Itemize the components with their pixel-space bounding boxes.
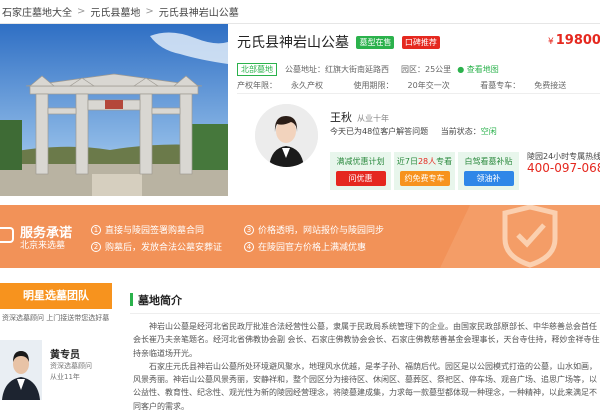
- action-card-discount: 满减优惠计划 问优惠: [330, 152, 391, 190]
- agent-name: 王秋: [330, 111, 352, 124]
- tour-value: 免费接送: [534, 81, 567, 90]
- consultant-avatar[interactable]: [0, 340, 42, 400]
- hotline-number[interactable]: 400-097-0680: [527, 161, 600, 175]
- promise-item: 3 价格透明，网站报价与陵园同步: [244, 223, 384, 236]
- currency-symbol: ¥: [548, 37, 554, 47]
- plots-label: 园区：: [401, 64, 425, 74]
- detail-row: 产权年限： 永久产权 使用期限： 20年交一次 看墓专车： 免费接送: [237, 80, 594, 91]
- price-value: 19800: [555, 33, 600, 48]
- promise-item: 2 购墓后，发放合法公墓安葬证: [91, 240, 222, 253]
- agent-stats-count: 48位: [362, 127, 381, 136]
- usage-value: 20年交一次: [407, 81, 450, 90]
- on-sale-tag: 墓型在售: [356, 36, 395, 49]
- cemetery-name: 元氏县神岩山公墓: [237, 35, 349, 51]
- plots-value: 25公里: [425, 64, 452, 74]
- breadcrumb-item-current: 元氏县神岩山公墓: [158, 8, 239, 19]
- agent-stats-suffix: 客户解答问题: [380, 127, 429, 136]
- breadcrumb-separator: >: [145, 6, 154, 17]
- consultant-years: 从业11年: [50, 373, 80, 381]
- intro-paragraph: 石家庄元氏县神岩山公墓所处环境避风聚水，地理风水优越，是孝子孙、福荫后代。园区是…: [133, 361, 597, 411]
- breadcrumb: 石家庄墓地大全 > 元氏县墓地 > 元氏县神岩山公墓: [0, 0, 600, 24]
- action-card-fuel: 白驾看墓补贴 领油补: [458, 152, 519, 190]
- tour-label: 看墓专车：: [480, 81, 521, 90]
- view-map-link[interactable]: ● 查看地图: [457, 64, 499, 75]
- agent-stats: 今天已为48位客户解答问题 当前状态：空闲: [330, 126, 497, 137]
- fuel-subsidy-button[interactable]: 领油补: [463, 171, 514, 186]
- divider: [237, 93, 600, 94]
- promise-item: 1 直接与陵园签署购墓合同: [91, 223, 204, 236]
- book-shuttle-button[interactable]: 约免费专车: [399, 171, 450, 186]
- property-value: 永久产权: [291, 81, 323, 90]
- property-label: 产权年限：: [237, 81, 277, 90]
- agent-name-row: 王秋 从业十年: [330, 109, 389, 125]
- region-badge[interactable]: 北部墓地: [237, 62, 277, 76]
- ask-discount-button[interactable]: 问优惠: [335, 171, 386, 186]
- breadcrumb-item[interactable]: 石家庄墓地大全: [2, 4, 72, 19]
- breadcrumb-item[interactable]: 元氏县墓地: [90, 4, 140, 19]
- cemetery-gate-photo[interactable]: [0, 24, 228, 196]
- action-card-shuttle: 近7日28人专看 约免费专车: [394, 152, 455, 190]
- intro-text: 神岩山公墓是经河北省民政厅批准合法经营性公墓，隶属于民政局系统管理下的企业。由国…: [133, 320, 600, 413]
- agent-years: 从业十年: [357, 114, 389, 123]
- address-value: 红旗大街南延路西: [325, 64, 389, 74]
- divider: [130, 313, 600, 314]
- action-card-title: 近7日28人专看: [396, 157, 453, 166]
- intro-heading: 墓地简介: [138, 294, 182, 307]
- agent-stats-prefix: 今天已为: [330, 127, 362, 136]
- team-title: 明星选墓团队: [0, 283, 112, 309]
- location-row: 北部墓地 公墓地址： 红旗大街南延路西 园区： 25公里 ● 查看地图: [237, 62, 499, 76]
- promise-item: 4 在陵园官方价格上满减优惠: [244, 240, 366, 253]
- service-promise-banner: [0, 205, 600, 268]
- cemetery-title: 元氏县神岩山公墓 墓型在售 口碑推荐: [237, 32, 440, 52]
- team-subtitle: 资深选墓顾问 上门接送带您选好墓: [2, 314, 110, 322]
- consultant-role: 资深选墓顾问: [50, 362, 92, 370]
- section-marker: [130, 293, 133, 306]
- action-card-title: 白驾看墓补贴: [464, 157, 513, 166]
- intro-paragraph: 神岩山公墓是经河北省民政厅批准合法经营性公墓，隶属于民政局系统管理下的企业。由国…: [133, 322, 600, 358]
- usage-label: 使用期限：: [353, 81, 394, 90]
- breadcrumb-separator: >: [77, 6, 86, 17]
- agent-avatar[interactable]: [255, 104, 318, 167]
- action-card-title: 满减优惠计划: [336, 157, 385, 166]
- consultant-name: 黄专员: [50, 350, 80, 361]
- shield-icon: [0, 227, 14, 243]
- price: ¥19800: [548, 33, 600, 48]
- agent-status: 空闲: [480, 127, 497, 136]
- agent-status-label: 当前状态：: [440, 127, 481, 136]
- address-label: 公墓地址：: [285, 64, 325, 74]
- recommended-tag: 口碑推荐: [401, 36, 440, 49]
- promise-subtitle: 北京来选墓: [20, 241, 66, 251]
